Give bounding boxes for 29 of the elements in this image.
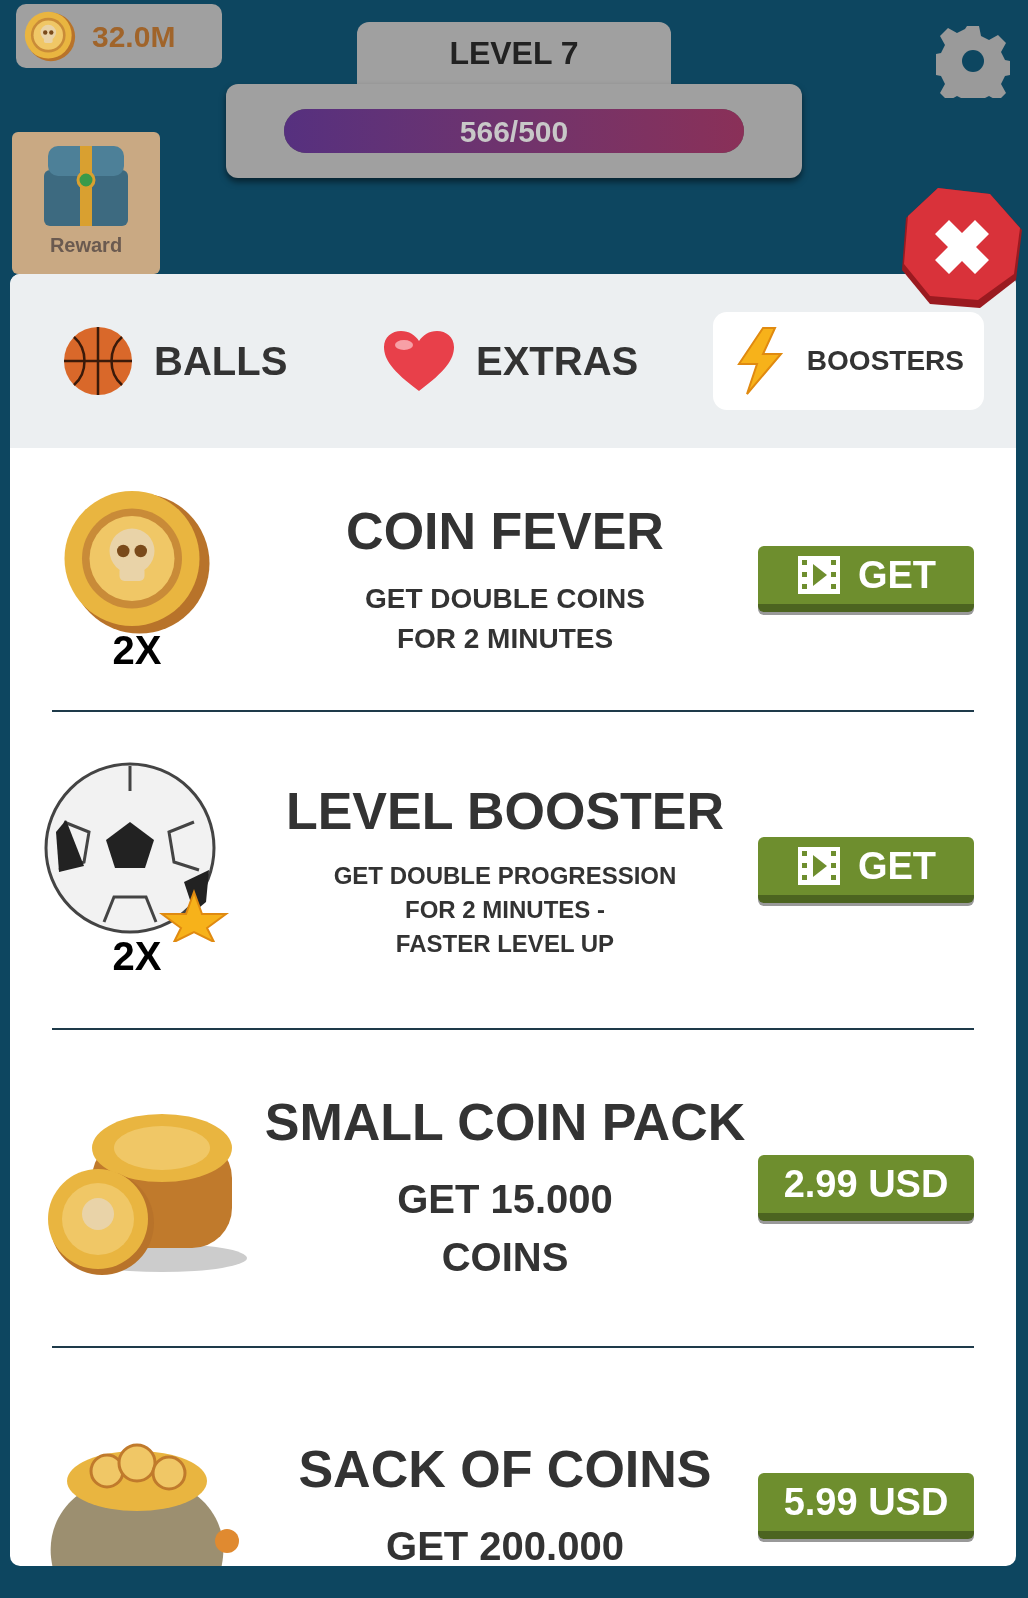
item-title: SACK OF COINS [298, 1439, 712, 1500]
multiplier-label: 2X [112, 934, 162, 978]
reward-label: Reward [49, 233, 123, 258]
price-button[interactable]: 2.99 USD [758, 1155, 974, 1221]
get-button[interactable]: GET [758, 837, 974, 903]
reward-scroll[interactable]: Reward [12, 132, 160, 274]
item-title: SMALL COIN PACK [264, 1092, 746, 1153]
item-description: GET DOUBLE PROGRESSION FOR 2 MINUTES - FASTER LEVEL UP [333, 861, 677, 959]
skull-coin-icon [24, 10, 76, 62]
get-button[interactable]: GET [758, 546, 974, 612]
settings-icon[interactable] [936, 24, 1010, 98]
multiplier-label: 2X [112, 628, 162, 672]
item-title: COIN FEVER [346, 501, 664, 562]
heart-icon [381, 329, 456, 393]
progress-text: 566/500 [458, 113, 570, 150]
close-button[interactable] [900, 186, 1024, 310]
film-play-icon [795, 845, 842, 887]
item-description: GET 200.000 [386, 1523, 624, 1566]
item-title: LEVEL BOOSTER [285, 781, 725, 842]
coin-amount: 32.0M [92, 18, 176, 55]
basketball-icon [62, 325, 134, 397]
price-button[interactable]: 5.99 USD [758, 1473, 974, 1539]
film-play-icon [795, 554, 842, 596]
category-tab[interactable]: BALLS [42, 312, 308, 410]
category-tab[interactable]: EXTRAS [361, 312, 659, 410]
item-description: GET 15.000 COINS [397, 1176, 613, 1281]
category-tab[interactable]: BOOSTERS [712, 312, 984, 410]
item-description: GET DOUBLE COINS FOR 2 MINUTES [365, 582, 645, 656]
level-title: LEVEL 7 [449, 34, 579, 73]
